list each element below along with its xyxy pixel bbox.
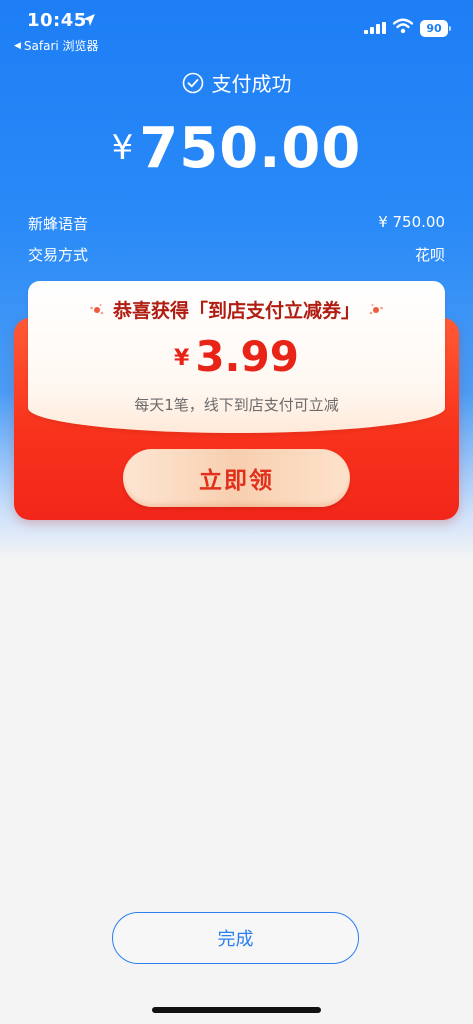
back-triangle-icon: ◀	[14, 40, 21, 51]
coupon-currency: ¥	[174, 346, 190, 371]
coupon-description: 每天1笔，线下到店支付可立减	[134, 396, 339, 414]
payment-method-value: 花呗	[414, 246, 445, 264]
payment-amount: ¥750.00	[0, 116, 473, 181]
coupon-amount: ¥3.99	[28, 332, 445, 381]
detail-row-payment-method: 交易方式 花呗	[28, 244, 445, 265]
claim-coupon-button[interactable]: 立即领	[123, 449, 350, 507]
done-button[interactable]: 完成	[112, 912, 359, 964]
status-time: 10:45	[27, 10, 87, 31]
amount-currency: ¥	[111, 128, 134, 168]
confetti-icon	[90, 303, 104, 314]
payment-method-label: 交易方式	[28, 246, 89, 264]
payment-status: 支付成功	[0, 68, 473, 97]
battery-indicator: 90	[420, 20, 451, 37]
back-to-safari-link[interactable]: ◀ Safari 浏览器	[14, 37, 99, 54]
cellular-signal-icon	[364, 22, 386, 34]
confetti-icon	[369, 303, 383, 314]
amount-value: 750.00	[139, 116, 362, 181]
wifi-icon	[393, 18, 413, 34]
location-arrow-icon	[83, 14, 95, 26]
payment-status-text: 支付成功	[211, 72, 292, 96]
coupon-title-text: 恭喜获得「到店支付立减券」	[112, 300, 360, 322]
check-circle-icon	[182, 72, 203, 93]
home-indicator[interactable]	[152, 1007, 321, 1013]
merchant-amount: ¥ 750.00	[378, 213, 445, 231]
merchant-label: 新蜂语音	[28, 215, 89, 233]
detail-row-merchant: 新蜂语音 ¥ 750.00	[28, 213, 445, 234]
coupon-value: 3.99	[195, 332, 299, 381]
status-bar: 10:45 ◀ Safari 浏览器 90	[0, 0, 473, 58]
back-app-label: Safari 浏览器	[23, 39, 99, 53]
coupon-title: 恭喜获得「到店支付立减券」	[28, 296, 445, 323]
